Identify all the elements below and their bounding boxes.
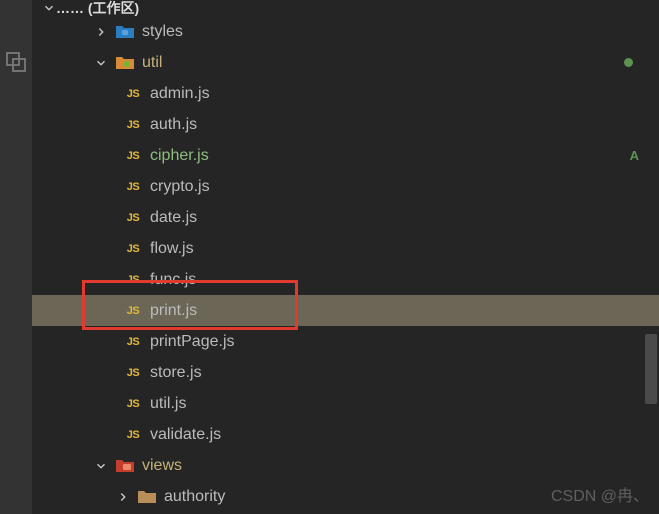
folder-label: styles [142,23,659,41]
file-item[interactable]: JS validate.js [32,419,659,450]
folder-label: util [142,54,659,72]
activity-bar [0,0,32,514]
file-label: printPage.js [150,333,659,351]
folder-icon [136,488,158,506]
file-item[interactable]: JS util.js [32,388,659,419]
folder-label: authority [164,488,659,506]
explorer-sidebar: …… (工作区) styles util JS admin.js JS auth.js… [32,0,659,514]
file-label: admin.js [150,85,659,103]
file-label: print.js [150,302,659,320]
folder-styles[interactable]: styles [32,16,659,47]
chevron-right-icon [116,490,130,504]
file-label: date.js [150,209,659,227]
js-icon: JS [122,243,144,255]
file-item[interactable]: JS crypto.js [32,171,659,202]
file-label: cipher.js [150,147,659,165]
file-item[interactable]: JS store.js [32,357,659,388]
js-icon: JS [122,398,144,410]
folder-util[interactable]: util [32,47,659,78]
chevron-down-icon [94,459,108,473]
file-label: func.js [150,271,659,289]
scrollbar-thumb[interactable] [645,334,657,404]
js-icon: JS [122,336,144,348]
folder-icon [114,23,136,41]
js-icon: JS [122,119,144,131]
file-label: store.js [150,364,659,382]
chevron-down-icon [94,56,108,70]
js-icon: JS [122,367,144,379]
explorer-header[interactable]: …… (工作区) [32,0,659,16]
folder-icon [114,457,136,475]
file-label: validate.js [150,426,659,444]
file-item[interactable]: JS print.js [32,295,659,326]
git-status-badge: A [630,148,639,163]
folder-icon [114,54,136,72]
file-label: auth.js [150,116,659,134]
folder-views[interactable]: views [32,450,659,481]
chevron-down-icon [42,1,56,15]
folder-authority[interactable]: authority [32,481,659,512]
js-icon: JS [122,274,144,286]
js-icon: JS [122,212,144,224]
file-item[interactable]: JS date.js [32,202,659,233]
js-icon: JS [122,88,144,100]
js-icon: JS [122,181,144,193]
file-item[interactable]: JS auth.js [32,109,659,140]
git-modified-dot [624,58,633,67]
chevron-right-icon [94,25,108,39]
file-list: JS admin.js JS auth.js JS cipher.jsA JS crypto.… [32,78,659,450]
file-label: util.js [150,395,659,413]
js-icon: JS [122,305,144,317]
file-item[interactable]: JS cipher.jsA [32,140,659,171]
file-item[interactable]: JS func.js [32,264,659,295]
file-label: flow.js [150,240,659,258]
file-item[interactable]: JS admin.js [32,78,659,109]
file-item[interactable]: JS printPage.js [32,326,659,357]
file-label: crypto.js [150,178,659,196]
multi-window-icon[interactable] [4,50,28,74]
js-icon: JS [122,429,144,441]
js-icon: JS [122,150,144,162]
folder-label: views [142,457,659,475]
file-item[interactable]: JS flow.js [32,233,659,264]
